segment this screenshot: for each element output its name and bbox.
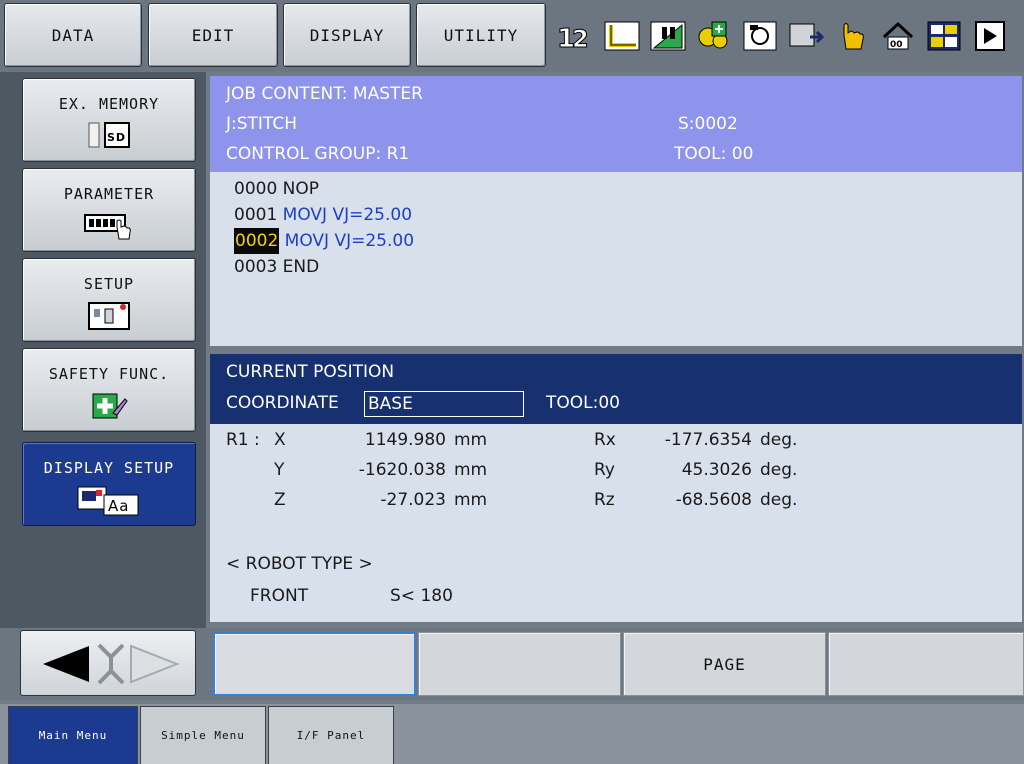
display-font-icon: Aa — [74, 485, 144, 521]
sidebar-item-label: EX. MEMORY — [58, 95, 160, 113]
sidebar-item-label: SAFETY FUNC. — [48, 365, 170, 383]
tab-main-menu[interactable]: Main Menu — [8, 706, 138, 764]
job-line-current[interactable]: 0002 MOVJ VJ=25.00 — [234, 228, 414, 254]
tool-number: TOOL: 00 — [674, 144, 754, 164]
top-menu-bar: DATA EDIT DISPLAY UTILITY 12 00 — [0, 0, 1024, 72]
line-command: MOVJ VJ=25.00 — [282, 205, 413, 225]
function-key-1[interactable] — [213, 632, 416, 696]
function-key-4[interactable] — [828, 632, 1024, 696]
step-number: S:0002 — [678, 114, 738, 134]
coordinate-label: COORDINATE — [226, 393, 339, 413]
axis-ry-label: Ry — [594, 460, 615, 480]
page-button[interactable]: PAGE — [623, 632, 826, 696]
current-position-panel: CURRENT POSITION COORDINATE BASE TOOL:00… — [208, 352, 1024, 624]
tab-if-panel[interactable]: I/F Panel — [268, 706, 394, 764]
robot-front: FRONT — [250, 586, 309, 606]
job-line-list[interactable]: 0000 NOP 0001 MOVJ VJ=25.00 0002 MOVJ VJ… — [234, 176, 414, 280]
sidebar-item-parameter[interactable]: PARAMETER — [22, 168, 196, 252]
gear-plus-icon[interactable] — [691, 16, 737, 56]
line-number: 0000 — [234, 179, 278, 199]
axis-y-unit: mm — [454, 460, 488, 480]
page-nav — [20, 630, 196, 696]
line-number: 0003 — [234, 257, 278, 277]
robot-group-label: R1 : — [226, 430, 260, 450]
setup-panel-icon — [85, 301, 133, 335]
job-line[interactable]: 0003 END — [234, 254, 414, 280]
axis-rz-value: -68.5608 — [675, 490, 752, 510]
position-tool: TOOL:00 — [546, 393, 620, 413]
monitor-arrow-icon[interactable] — [783, 16, 829, 56]
line-cursor: 0002 — [234, 228, 280, 254]
axis-rx-label: Rx — [594, 430, 616, 450]
svg-text:Aa: Aa — [108, 497, 129, 515]
job-file-icon[interactable] — [737, 16, 783, 56]
function-key-2[interactable] — [418, 632, 621, 696]
hand-pointer-icon[interactable] — [829, 16, 875, 56]
tab-simple-menu[interactable]: Simple Menu — [140, 706, 266, 764]
sd-card-icon: SD — [85, 121, 133, 153]
sidebar-item-label: PARAMETER — [63, 185, 155, 203]
sidebar-item-setup[interactable]: SETUP — [22, 258, 196, 342]
axis-z-label: Z — [274, 490, 286, 510]
grid-panel-icon[interactable] — [921, 16, 967, 56]
menu-edit-button[interactable]: EDIT — [148, 3, 278, 67]
svg-text:00: 00 — [890, 40, 903, 50]
sidebar-item-display-setup[interactable]: DISPLAY SETUP Aa — [22, 442, 196, 526]
sidebar-item-ex-memory[interactable]: EX. MEMORY SD — [22, 78, 196, 162]
axis-x-value: 1149.980 — [364, 430, 446, 450]
job-line[interactable]: 0001 MOVJ VJ=25.00 — [234, 202, 414, 228]
coordinate-frame-icon[interactable] — [599, 16, 645, 56]
sidebar-item-label: DISPLAY SETUP — [43, 459, 175, 477]
function-key-row: PAGE — [0, 628, 1024, 700]
line-command: MOVJ VJ=25.00 — [284, 231, 415, 251]
axis-z-value: -27.023 — [380, 490, 446, 510]
axis-rz-label: Rz — [594, 490, 615, 510]
menu-tab-bar: Main Menu Simple Menu I/F Panel — [0, 704, 1024, 764]
speed-level-icon[interactable] — [645, 16, 691, 56]
job-name: J:STITCH — [226, 114, 297, 134]
sidebar-item-label: SETUP — [83, 275, 135, 293]
line-command: NOP — [282, 179, 320, 199]
play-marker-icon[interactable] — [967, 16, 1013, 56]
job-content-panel: JOB CONTENT: MASTER J:STITCH S:0002 CONT… — [208, 74, 1024, 348]
job-line[interactable]: 0000 NOP — [234, 176, 414, 202]
axis-rz-unit: deg. — [760, 490, 798, 510]
robot-type-label: < ROBOT TYPE > — [226, 554, 373, 574]
home-position-icon[interactable]: 00 — [875, 16, 921, 56]
axis-rx-unit: deg. — [760, 430, 798, 450]
control-group: CONTROL GROUP: R1 — [226, 144, 410, 164]
axis-ry-value: 45.3026 — [681, 460, 752, 480]
axis-ry-unit: deg. — [760, 460, 798, 480]
sidebar-item-safety-func[interactable]: SAFETY FUNC. — [22, 348, 196, 432]
menu-display-button[interactable]: DISPLAY — [283, 3, 411, 67]
line-number: 0001 — [234, 205, 278, 225]
job-title: JOB CONTENT: MASTER — [226, 84, 423, 104]
axis-y-label: Y — [274, 460, 285, 480]
interlock-number-icon[interactable]: 12 — [553, 16, 599, 56]
side-menu: EX. MEMORY SD PARAMETER SETUP SAFETY FUN… — [0, 72, 206, 628]
axis-x-unit: mm — [454, 430, 488, 450]
safety-cross-icon — [85, 391, 133, 425]
job-header: JOB CONTENT: MASTER J:STITCH S:0002 CONT… — [210, 76, 1022, 172]
page-forward-button[interactable] — [127, 643, 181, 689]
position-header: CURRENT POSITION COORDINATE BASE TOOL:00 — [210, 354, 1022, 424]
page-back-button[interactable] — [39, 643, 93, 689]
line-command: END — [282, 257, 320, 277]
coordinate-select[interactable]: BASE — [364, 391, 524, 417]
menu-utility-button[interactable]: UTILITY — [416, 3, 546, 67]
svg-text:2: 2 — [572, 25, 589, 53]
svg-text:SD: SD — [107, 131, 126, 144]
parameter-hand-icon — [79, 211, 139, 245]
robot-s-angle: S< 180 — [390, 586, 453, 606]
axis-x-label: X — [274, 430, 286, 450]
menu-data-button[interactable]: DATA — [4, 3, 142, 67]
position-title: CURRENT POSITION — [226, 362, 395, 382]
status-icon-bar: 12 00 — [553, 4, 1019, 68]
axis-rx-value: -177.6354 — [664, 430, 752, 450]
page-link-icon — [97, 641, 125, 691]
axis-z-unit: mm — [454, 490, 488, 510]
axis-y-value: -1620.038 — [358, 460, 446, 480]
